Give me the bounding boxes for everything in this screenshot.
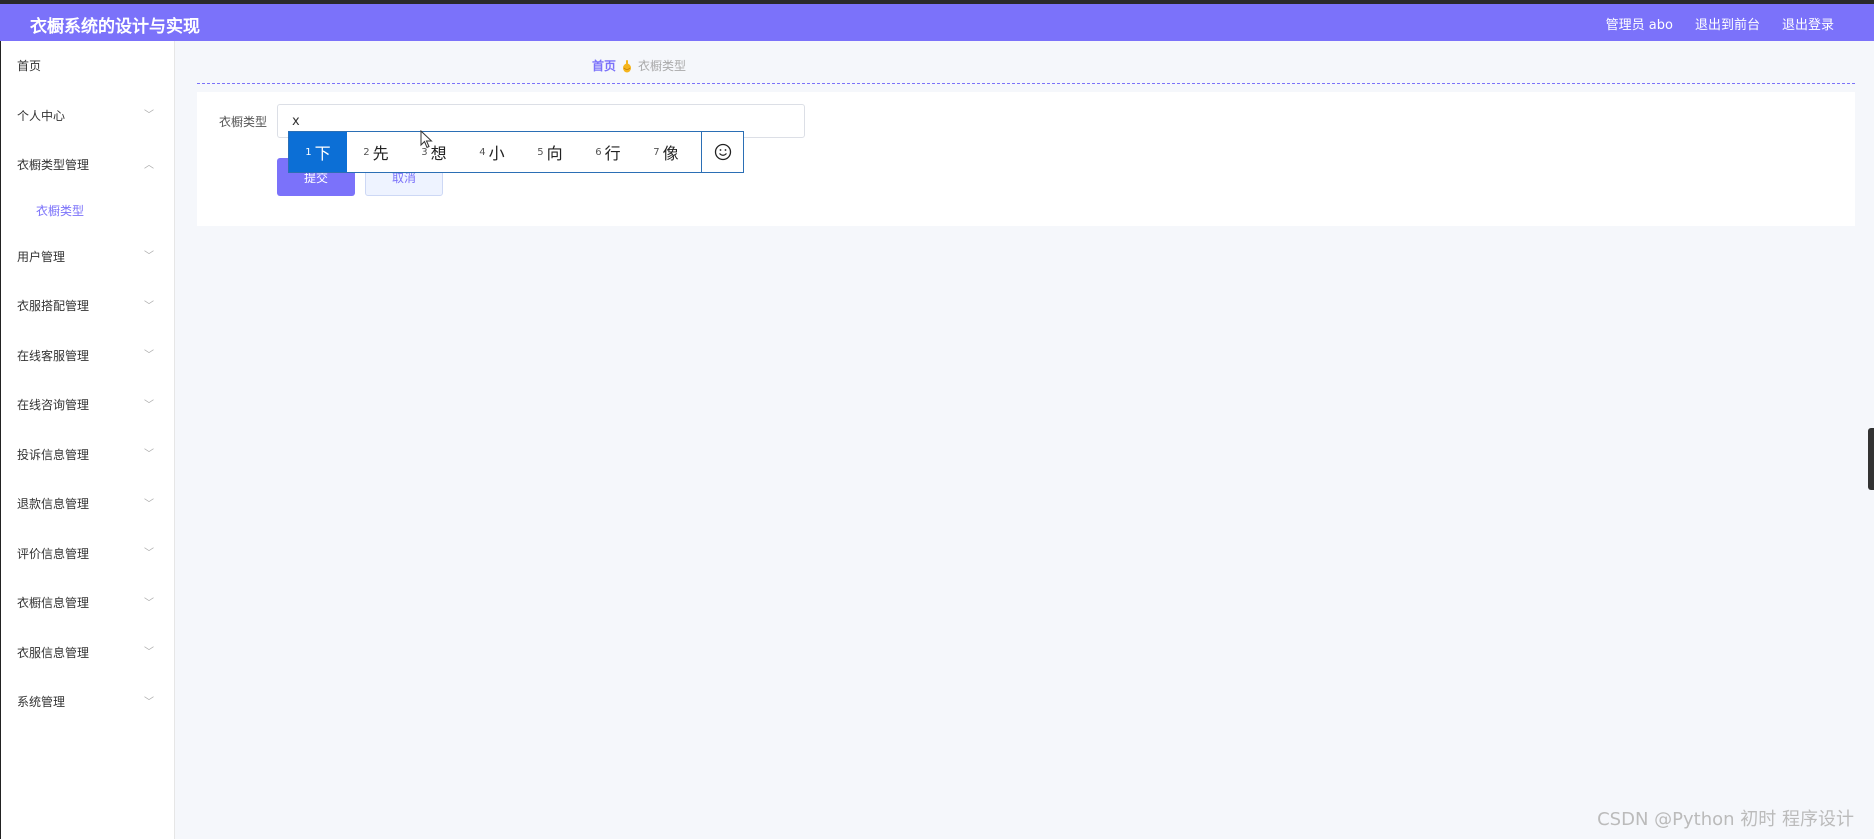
sidebar-item-label: 衣橱信息管理 bbox=[17, 596, 90, 611]
sidebar-item-clothes-info-mgmt[interactable]: 衣服信息管理 ﹀ bbox=[1, 628, 174, 678]
wardrobe-type-label: 衣橱类型 bbox=[219, 115, 268, 129]
sidebar-subitem-wardrobe-type[interactable]: 衣橱类型 bbox=[1, 190, 174, 232]
ime-candidate-6[interactable]: 6 行 bbox=[579, 132, 637, 172]
chevron-down-icon: ﹀ bbox=[144, 110, 154, 122]
sidebar-item-label: 在线咨询管理 bbox=[17, 398, 90, 413]
ime-candidate-char: 小 bbox=[488, 144, 505, 163]
ime-candidate-1[interactable]: 1 下 bbox=[289, 132, 347, 172]
breadcrumb-current: 衣橱类型 bbox=[638, 59, 687, 73]
to-front-link[interactable]: 退出到前台 bbox=[1695, 14, 1760, 33]
sidebar-item-outfit-mgmt[interactable]: 衣服搭配管理 ﹀ bbox=[1, 281, 174, 331]
hand-icon bbox=[623, 59, 632, 72]
sidebar-item-online-service-mgmt[interactable]: 在线客服管理 ﹀ bbox=[1, 331, 174, 381]
smiley-icon bbox=[714, 143, 731, 161]
chevron-down-icon: ﹀ bbox=[144, 498, 154, 510]
ime-candidate-char: 行 bbox=[604, 144, 621, 163]
admin-user-label[interactable]: 管理员 abo bbox=[1606, 14, 1673, 33]
chevron-down-icon: ﹀ bbox=[144, 350, 154, 362]
chevron-up-icon: ︿ bbox=[144, 159, 154, 171]
scrollbar-handle[interactable] bbox=[1868, 428, 1874, 490]
chevron-down-icon: ﹀ bbox=[144, 449, 154, 461]
sidebar: 首页 个人中心 ﹀ 衣橱类型管理 ︿ 衣橱类型 用户管理 ﹀ 衣服搭配管理 ﹀ … bbox=[0, 41, 175, 839]
logout-link[interactable]: 退出登录 bbox=[1782, 14, 1834, 33]
ime-candidate-char: 先 bbox=[372, 144, 389, 163]
sidebar-item-label: 系统管理 bbox=[17, 695, 66, 710]
sidebar-item-personal-center[interactable]: 个人中心 ﹀ bbox=[1, 91, 174, 141]
top-links: 管理员 abo 退出到前台 退出登录 bbox=[1606, 14, 1834, 33]
chevron-down-icon: ﹀ bbox=[144, 399, 154, 411]
ime-candidate-number: 5 bbox=[537, 146, 544, 158]
chevron-down-icon: ﹀ bbox=[144, 647, 154, 659]
sidebar-item-system-mgmt[interactable]: 系统管理 ﹀ bbox=[1, 677, 174, 727]
sidebar-item-user-mgmt[interactable]: 用户管理 ﹀ bbox=[1, 232, 174, 282]
sidebar-item-label: 退款信息管理 bbox=[17, 497, 90, 512]
ime-candidate-char: 向 bbox=[546, 144, 563, 163]
sidebar-item-label: 首页 bbox=[17, 59, 42, 74]
ime-candidate-number: 4 bbox=[479, 146, 486, 158]
watermark: CSDN @Python 初时 程序设计 bbox=[1597, 809, 1854, 830]
ime-candidate-window: 1 下 2 先 3 想 4 小 5 向 6 行 7 像 bbox=[288, 131, 744, 173]
emoji-icon[interactable] bbox=[701, 132, 743, 172]
sidebar-item-label: 衣服搭配管理 bbox=[17, 299, 90, 314]
ime-candidate-5[interactable]: 5 向 bbox=[521, 132, 579, 172]
chevron-down-icon: ﹀ bbox=[144, 300, 154, 312]
sidebar-item-wardrobe-type-mgmt[interactable]: 衣橱类型管理 ︿ bbox=[1, 140, 174, 190]
sidebar-item-label: 用户管理 bbox=[17, 249, 66, 264]
ime-candidate-3[interactable]: 3 想 bbox=[405, 132, 463, 172]
chevron-down-icon: ﹀ bbox=[144, 696, 154, 708]
ime-candidate-number: 6 bbox=[595, 146, 602, 158]
sidebar-item-refund-mgmt[interactable]: 退款信息管理 ﹀ bbox=[1, 479, 174, 529]
sidebar-item-online-consult-mgmt[interactable]: 在线咨询管理 ﹀ bbox=[1, 380, 174, 430]
sidebar-item-label: 衣橱类型管理 bbox=[17, 158, 90, 173]
ime-candidate-7[interactable]: 7 像 bbox=[637, 132, 695, 172]
sidebar-item-label: 个人中心 bbox=[17, 108, 66, 123]
ime-candidate-char: 像 bbox=[662, 144, 679, 163]
chevron-down-icon: ﹀ bbox=[144, 548, 154, 560]
app-title: 衣橱系统的设计与实现 bbox=[30, 17, 200, 37]
divider bbox=[197, 83, 1855, 84]
sidebar-item-label: 在线客服管理 bbox=[17, 348, 90, 363]
top-bar: 衣橱系统的设计与实现 管理员 abo 退出到前台 退出登录 bbox=[0, 0, 1874, 41]
ime-candidate-number: 2 bbox=[363, 146, 370, 158]
ime-candidate-number: 7 bbox=[653, 146, 660, 158]
sidebar-item-label: 评价信息管理 bbox=[17, 546, 90, 561]
chevron-down-icon: ﹀ bbox=[144, 251, 154, 263]
breadcrumb: 首页 衣橱类型 bbox=[592, 57, 686, 74]
sidebar-item-home[interactable]: 首页 bbox=[1, 41, 174, 91]
sidebar-item-label: 衣服信息管理 bbox=[17, 645, 90, 660]
sidebar-item-review-mgmt[interactable]: 评价信息管理 ﹀ bbox=[1, 529, 174, 579]
ime-candidate-2[interactable]: 2 先 bbox=[347, 132, 405, 172]
sidebar-item-label: 投诉信息管理 bbox=[17, 447, 90, 462]
ime-candidate-4[interactable]: 4 小 bbox=[463, 132, 521, 172]
sidebar-item-wardrobe-info-mgmt[interactable]: 衣橱信息管理 ﹀ bbox=[1, 578, 174, 628]
ime-candidate-char: 下 bbox=[314, 144, 331, 163]
sidebar-item-complaint-mgmt[interactable]: 投诉信息管理 ﹀ bbox=[1, 430, 174, 480]
chevron-down-icon: ﹀ bbox=[144, 597, 154, 609]
mouse-pointer-icon bbox=[420, 130, 433, 149]
breadcrumb-home[interactable]: 首页 bbox=[592, 57, 616, 74]
ime-candidate-number: 1 bbox=[305, 146, 312, 158]
